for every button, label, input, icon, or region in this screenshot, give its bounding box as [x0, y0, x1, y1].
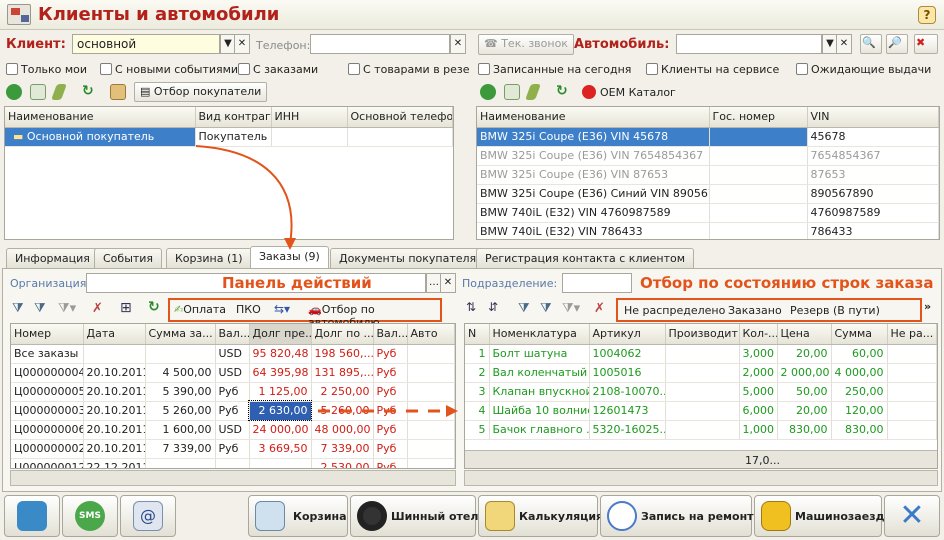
email-icon: @ [133, 501, 163, 531]
clock-icon [607, 501, 637, 531]
close-button[interactable]: ✕ [884, 495, 940, 537]
tire-hotel-button[interactable]: Шинный отель [350, 495, 485, 537]
calculation-button[interactable]: Калькуляция [478, 495, 603, 537]
calculator-icon [485, 501, 515, 531]
email-button[interactable]: @ [120, 495, 176, 537]
close-icon: ✕ [899, 498, 925, 533]
car-arrival-button[interactable]: Машинозаезд [754, 495, 884, 537]
phone-call-icon [17, 501, 47, 531]
call-button[interactable] [4, 495, 60, 537]
sms-icon: SMS [75, 501, 105, 531]
bottom-toolbar: SMS @ Корзина Шинный отель Калькуляция З… [0, 492, 944, 540]
annotation-arrows [195, 145, 458, 417]
tire-icon [357, 501, 387, 531]
repair-booking-button[interactable]: Запись на ремонт [600, 495, 754, 537]
taxi-icon [761, 501, 791, 531]
cart-icon [255, 501, 285, 531]
sms-button[interactable]: SMS [62, 495, 118, 537]
cart-button[interactable]: Корзина [248, 495, 348, 537]
